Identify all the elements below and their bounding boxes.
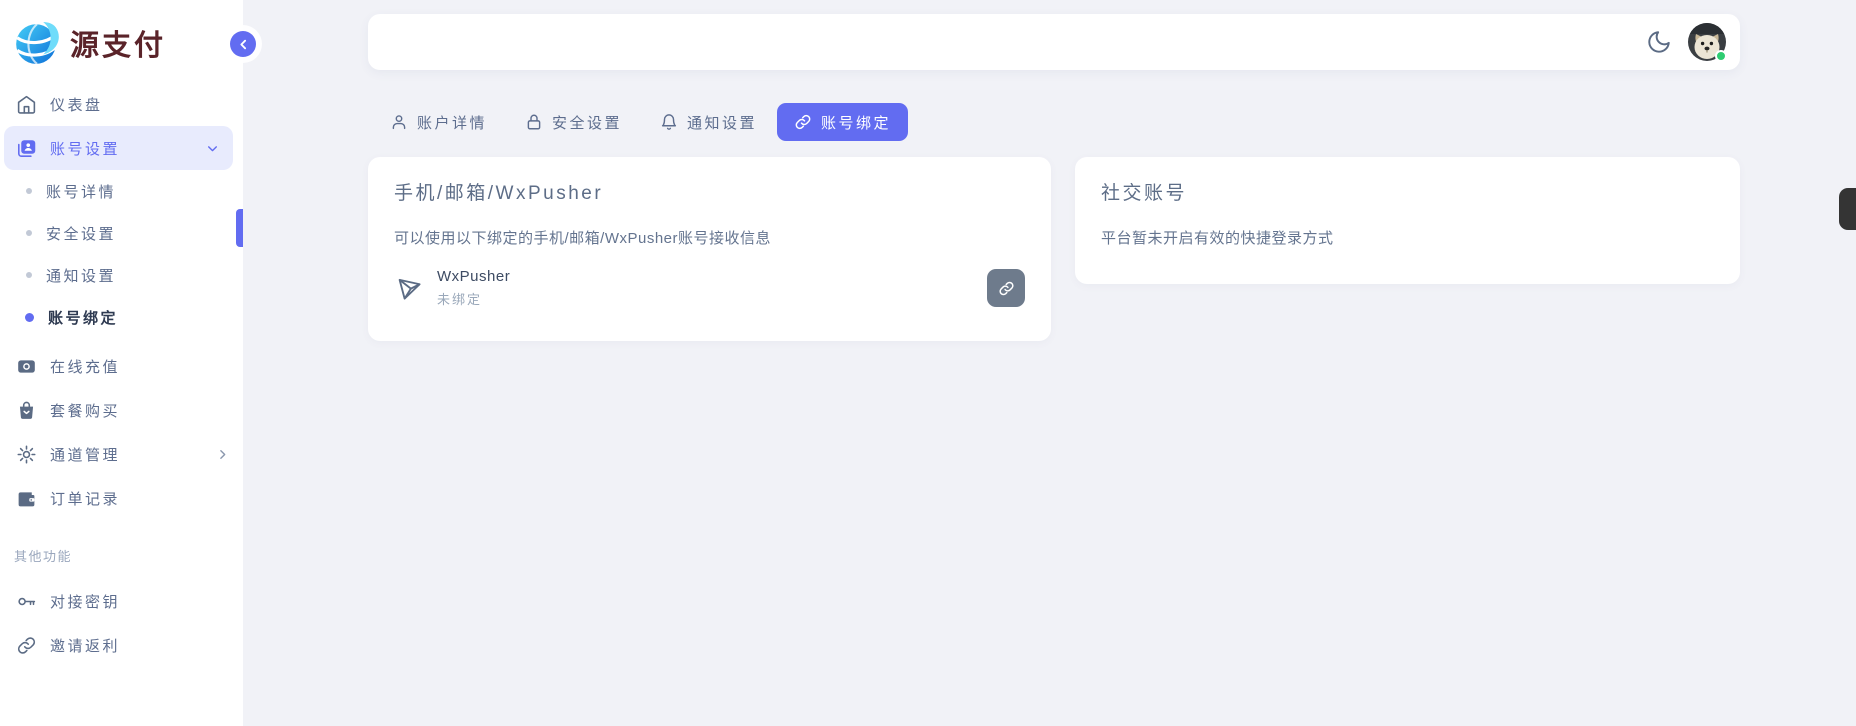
sidebar-item-invite-rebate[interactable]: 邀请返利: [0, 623, 243, 667]
sidebar-item-label: 在线充值: [50, 356, 229, 377]
chevron-right-icon: [216, 448, 229, 461]
tab-label: 账户详情: [417, 112, 487, 133]
social-card: 社交账号 平台暂未开启有效的快捷登录方式: [1075, 157, 1740, 284]
link-icon: [16, 635, 37, 656]
sidebar-nav: 仪表盘 账号设置 账号详情 安全设置 通知设置 账号绑定: [0, 82, 243, 667]
sidebar-subitem-notification-settings[interactable]: 通知设置: [0, 254, 243, 296]
link-icon: [794, 113, 812, 131]
sidebar-collapse-button[interactable]: [230, 31, 256, 57]
chevron-left-icon: [237, 38, 250, 51]
theme-drawer-handle[interactable]: [1839, 188, 1856, 230]
binding-status: 未绑定: [437, 289, 510, 308]
bell-icon: [660, 113, 678, 131]
sidebar-subitem-security-settings[interactable]: 安全设置: [0, 212, 243, 254]
sidebar-item-label: 订单记录: [50, 488, 229, 509]
sidebar-item-account-settings[interactable]: 账号设置: [4, 126, 233, 170]
sidebar-item-label: 对接密钥: [50, 591, 229, 612]
tab-label: 通知设置: [687, 112, 757, 133]
brand-name: 源支付: [70, 22, 166, 64]
banknote-icon: [16, 356, 37, 377]
sidebar-item-label: 通道管理: [50, 444, 203, 465]
sidebar-subitem-account-binding[interactable]: 账号绑定: [0, 296, 243, 338]
sidebar-subitem-account-detail[interactable]: 账号详情: [0, 170, 243, 212]
card-title: 手机/邮箱/WxPusher: [394, 178, 1025, 205]
online-status-dot: [1715, 50, 1727, 62]
home-icon: [16, 94, 37, 115]
sidebar-item-dashboard[interactable]: 仪表盘: [0, 82, 243, 126]
wallet-icon: [16, 488, 37, 509]
sidebar-item-channel-management[interactable]: 通道管理: [0, 432, 243, 476]
binding-card: 手机/邮箱/WxPusher 可以使用以下绑定的手机/邮箱/WxPusher账号…: [368, 157, 1051, 341]
wxpusher-row: WxPusher 未绑定: [394, 268, 1025, 308]
sidebar-item-label: 账号设置: [50, 138, 193, 159]
sidebar-subitem-label: 安全设置: [46, 223, 116, 244]
bind-wxpusher-button[interactable]: [987, 269, 1025, 307]
sidebar-subitem-label: 账号详情: [46, 181, 116, 202]
lock-icon: [525, 113, 543, 131]
sidebar-item-package-purchase[interactable]: 套餐购买: [0, 388, 243, 432]
wxpusher-info: WxPusher 未绑定: [437, 268, 510, 308]
link-icon: [998, 280, 1015, 297]
sidebar-item-api-keys[interactable]: 对接密钥: [0, 579, 243, 623]
binding-name: WxPusher: [437, 268, 510, 285]
sidebar-item-label: 邀请返利: [50, 635, 229, 656]
user-icon: [390, 113, 408, 131]
bullet-icon: [25, 313, 34, 322]
tab-label: 安全设置: [552, 112, 622, 133]
bullet-icon: [26, 272, 32, 278]
sidebar: 源支付 仪表盘 账号设置 账号详情 安全设置: [0, 0, 243, 726]
active-item-accent-bar: [236, 209, 243, 247]
user-avatar[interactable]: [1688, 23, 1726, 61]
card-description: 可以使用以下绑定的手机/邮箱/WxPusher账号接收信息: [394, 227, 1025, 248]
sidebar-subitem-label: 账号绑定: [48, 307, 118, 328]
brand-logo: 源支付: [0, 0, 243, 82]
bullet-icon: [26, 230, 32, 236]
sidebar-item-online-recharge[interactable]: 在线充值: [0, 344, 243, 388]
sidebar-item-label: 仪表盘: [50, 94, 229, 115]
bullet-icon: [26, 188, 32, 194]
tab-notification-settings[interactable]: 通知设置: [660, 102, 757, 142]
tab-account-detail[interactable]: 账户详情: [390, 102, 487, 142]
tab-account-binding[interactable]: 账号绑定: [777, 103, 908, 141]
sidebar-subitem-label: 通知设置: [46, 265, 116, 286]
tab-label: 账号绑定: [821, 112, 891, 133]
sidebar-section-label: 其他功能: [0, 546, 243, 565]
gear-icon: [16, 444, 37, 465]
key-icon: [16, 591, 37, 612]
tab-security-settings[interactable]: 安全设置: [525, 102, 622, 142]
sidebar-item-label: 套餐购买: [50, 400, 229, 421]
card-description: 平台暂未开启有效的快捷登录方式: [1101, 227, 1714, 248]
wxpusher-icon: [394, 273, 424, 303]
dark-mode-toggle[interactable]: [1646, 29, 1672, 55]
moon-icon: [1646, 29, 1672, 55]
settings-tabs: 账户详情 安全设置 通知设置 账号绑定: [390, 102, 908, 142]
shopping-bag-icon: [16, 400, 37, 421]
id-card-icon: [16, 138, 37, 159]
card-title: 社交账号: [1101, 178, 1714, 205]
sidebar-item-order-records[interactable]: 订单记录: [0, 476, 243, 520]
globe-logo-icon: [12, 18, 62, 68]
chevron-down-icon: [206, 142, 219, 155]
topbar: [368, 14, 1740, 70]
